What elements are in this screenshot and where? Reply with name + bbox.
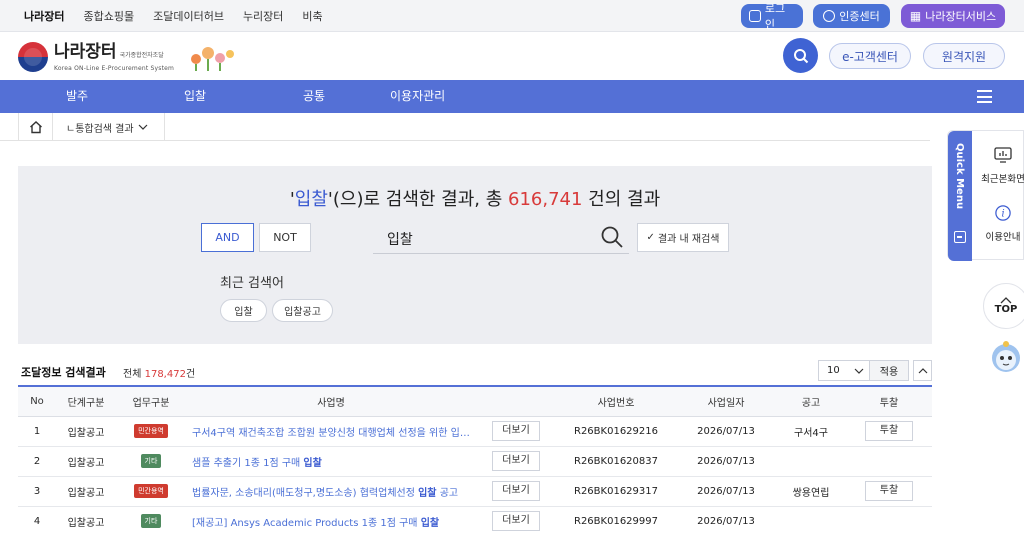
and-option-button[interactable]: AND <box>201 223 254 252</box>
more-button[interactable]: 더보기 <box>492 451 540 471</box>
section-total: 전체 178,472건 <box>123 369 196 380</box>
biz-type-badge: 기타 <box>140 454 162 468</box>
login-icon <box>749 10 761 22</box>
link-data-hub[interactable]: 조달데이터허브 <box>153 8 224 24</box>
chevron-down-icon <box>138 124 148 130</box>
breadcrumb-current[interactable]: ㄴ통합검색 결과 <box>53 113 165 141</box>
nav-user-management[interactable]: 이용자관리 <box>390 80 445 113</box>
site-logo[interactable]: 나라장터 국가종합전자조달 Korea ON-Line E-Procurement… <box>18 42 174 72</box>
col-header-biz-name: 사업명 <box>186 385 476 417</box>
more-button[interactable]: 더보기 <box>492 481 540 501</box>
link-shopping-mall[interactable]: 종합쇼핑몰 <box>83 8 134 24</box>
chevron-up-icon <box>918 367 927 373</box>
shield-icon <box>823 10 836 22</box>
page-size-select[interactable]: 10 <box>818 360 870 381</box>
section-title: 조달정보 검색결과 <box>21 366 106 379</box>
logo-subtitle: Korea ON-Line E-Procurement System <box>54 64 175 72</box>
refine-search-button[interactable]: ✓ 결과 내 재검색 <box>637 223 729 252</box>
nara-service-button[interactable]: ▦ 나라장터서비스 <box>901 4 1005 28</box>
quick-recent-screens[interactable]: 최근본화면 <box>978 147 1024 185</box>
scroll-top-button[interactable]: TOP <box>983 283 1024 329</box>
nav-common[interactable]: 공통 <box>303 80 325 113</box>
table-header-row: No 단계구분 업무구분 사업명 사업번호 사업일자 공고 투찰 <box>18 385 932 417</box>
not-option-button[interactable]: NOT <box>259 223 311 252</box>
col-header-bid: 투찰 <box>846 385 932 417</box>
col-header-no: No <box>18 385 56 417</box>
site-header: 나라장터 국가종합전자조달 Korea ON-Line E-Procurement… <box>0 33 1024 80</box>
bid-button[interactable]: 투찰 <box>865 481 913 501</box>
utility-bar: 나라장터 종합쇼핑몰 조달데이터허브 누리장터 비축 로그인 인증센터 ▦ 나라… <box>0 0 1024 32</box>
recent-search-chip[interactable]: 입찰공고 <box>272 299 333 322</box>
col-header-biz-no: 사업번호 <box>556 385 676 417</box>
monitor-chart-icon <box>994 147 1012 163</box>
table-row[interactable]: 1 입찰공고 민간용역 구서4구역 재건축조합 조합원 분양신청 대행업체 선정… <box>18 416 932 447</box>
e-customer-center-button[interactable]: e-고객센터 <box>829 43 911 69</box>
home-icon <box>29 121 42 134</box>
col-header-stage: 단계구분 <box>56 385 116 417</box>
chevron-down-icon <box>854 368 864 374</box>
breadcrumb: ㄴ통합검색 결과 <box>0 113 930 141</box>
search-result-title: '입찰'(으)로 검색한 결과, 총 616,741 건의 결과 <box>289 189 661 210</box>
chatbot-mascot-icon[interactable] <box>984 338 1024 378</box>
family-site-links: 나라장터 종합쇼핑몰 조달데이터허브 누리장터 비축 <box>24 0 342 32</box>
search-icon[interactable] <box>600 225 624 249</box>
recent-search-chip[interactable]: 입찰 <box>220 299 267 322</box>
menu-hamburger-icon[interactable] <box>977 90 992 103</box>
more-button[interactable]: 더보기 <box>492 421 540 441</box>
biz-type-badge: 민간용역 <box>134 484 168 498</box>
search-icon <box>793 48 808 63</box>
header-search-button[interactable] <box>783 38 818 73</box>
chevron-up-icon <box>1000 297 1012 304</box>
table-row[interactable]: 2 입찰공고 기타 샘플 추출기 1종 1점 구매 입찰 더보기 R26BK01… <box>18 446 932 477</box>
remote-support-button[interactable]: 원격지원 <box>923 43 1005 69</box>
nav-order[interactable]: 발주 <box>66 80 88 113</box>
table-row[interactable]: 3 입찰공고 민간용역 법률자문, 소송대리(매도청구,명도소송) 협력업체선정… <box>18 476 932 507</box>
taegeuk-emblem-icon <box>18 42 48 72</box>
search-query-text: 입찰 <box>387 232 413 248</box>
check-icon: ✓ <box>646 232 655 243</box>
biz-name-link[interactable]: 샘플 추출기 1종 1점 구매 입찰 <box>186 446 476 477</box>
cert-center-button[interactable]: 인증센터 <box>813 4 890 28</box>
more-button[interactable]: 더보기 <box>492 511 540 531</box>
grid-icon: ▦ <box>909 9 922 23</box>
info-icon: i <box>995 205 1011 221</box>
login-button[interactable]: 로그인 <box>741 2 803 31</box>
table-row[interactable]: 4 입찰공고 기타 [재공고] Ansys Academic Products … <box>18 506 932 535</box>
link-narajangteo[interactable]: 나라장터 <box>24 8 64 24</box>
logo-title: 나라장터 <box>54 41 117 62</box>
flowers-decoration-icon <box>191 47 234 71</box>
apply-button[interactable]: 적용 <box>869 360 909 381</box>
col-header-notice: 공고 <box>776 385 846 417</box>
biz-type-badge: 민간용역 <box>134 424 168 438</box>
link-nuri-jangteo[interactable]: 누리장터 <box>243 8 283 24</box>
recent-search-label: 최근 검색어 <box>220 276 284 291</box>
nav-bidding[interactable]: 입찰 <box>184 80 206 113</box>
quick-user-guide[interactable]: i 이용안내 <box>978 205 1024 243</box>
biz-type-badge: 기타 <box>140 514 162 528</box>
logo-tagline: 국가종합전자조달 <box>119 51 164 59</box>
quick-menu: Quick Menu 최근본화면 i 이용안내 <box>947 130 1024 261</box>
biz-name-link[interactable]: 구서4구역 재건축조합 조합원 분양신청 대행업체 선정을 위한 입… <box>186 416 476 447</box>
result-count: 616,741 <box>508 189 583 210</box>
main-navigation: 발주 입찰 공통 이용자관리 <box>0 80 1024 113</box>
biz-name-link[interactable]: [재공고] Ansys Academic Products 1종 1점 구매 입… <box>186 506 476 535</box>
col-header-more <box>476 385 556 417</box>
home-button[interactable] <box>18 113 53 141</box>
minimize-icon[interactable] <box>954 231 966 243</box>
quick-menu-tab[interactable]: Quick Menu <box>948 131 972 261</box>
svg-text:i: i <box>1001 209 1004 220</box>
col-header-biz-type: 업무구분 <box>116 385 186 417</box>
col-header-date: 사업일자 <box>676 385 776 417</box>
collapse-button[interactable] <box>913 360 932 381</box>
biz-name-link[interactable]: 법률자문, 소송대리(매도청구,명도소송) 협력업체선정 입찰 공고 <box>186 476 476 507</box>
results-table: No 단계구분 업무구분 사업명 사업번호 사업일자 공고 투찰 1 입찰공고 … <box>18 385 932 535</box>
search-keyword: 입찰 <box>294 189 328 210</box>
search-input[interactable]: 입찰 <box>373 221 629 254</box>
link-stockpile[interactable]: 비축 <box>302 8 322 24</box>
bid-button[interactable]: 투찰 <box>865 421 913 441</box>
search-panel: '입찰'(으)로 검색한 결과, 총 616,741 건의 결과 AND NOT… <box>18 166 932 344</box>
